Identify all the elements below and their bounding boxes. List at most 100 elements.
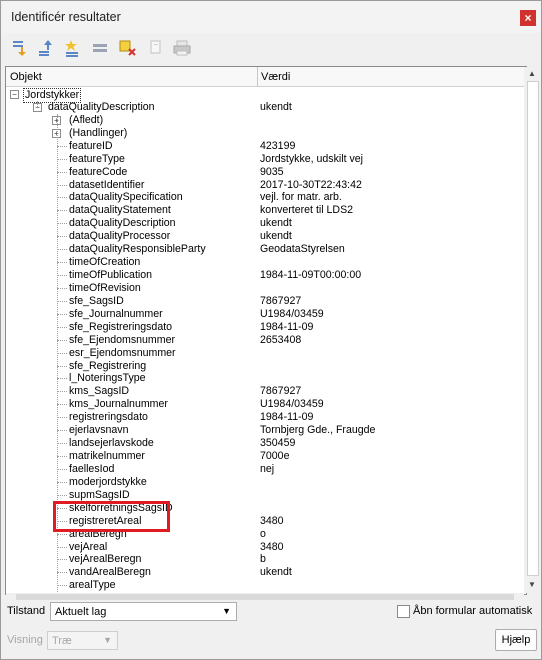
attribute-row[interactable]: datasetIdentifier 2017-10-30T22:43:42 (6, 179, 526, 192)
attribute-key: moderjordstykke (69, 475, 147, 488)
attribute-value: 2653408 (260, 333, 302, 346)
attribute-row[interactable]: dataQualityDescription ukendt (6, 217, 526, 230)
attribute-value: 350459 (260, 437, 296, 450)
attribute-key: l_NoteringsType (69, 372, 146, 385)
attribute-row[interactable]: kms_SagsID 7867927 (6, 385, 526, 398)
tree-branch-line (57, 352, 67, 354)
attribute-row[interactable]: supmSagsID (6, 489, 526, 502)
tree-header: Objekt Værdi (6, 67, 526, 87)
close-button[interactable]: × (520, 10, 536, 26)
collapse-all-icon[interactable] (37, 39, 55, 57)
attribute-row[interactable]: faellesIod nej (6, 463, 526, 476)
attribute-row[interactable]: featureCode 9035 (6, 166, 526, 179)
view-select-value: Træ (52, 635, 72, 647)
tree-branch-line (57, 184, 67, 186)
tree-branch-line (57, 494, 67, 496)
attribute-row[interactable]: ejerlavsnavn Tornbjerg Gde., Fraugde (6, 424, 526, 437)
clear-results-icon[interactable] (91, 39, 109, 57)
attribute-key: supmSagsID (69, 488, 130, 501)
attribute-row[interactable]: esr_Ejendomsnummer (6, 347, 526, 360)
attribute-value: U1984/03459 (260, 307, 324, 320)
attribute-row[interactable]: vandArealBeregn ukendt (6, 566, 526, 579)
chevron-down-icon: ▼ (103, 635, 112, 645)
attribute-row[interactable]: l_NoteringsType (6, 372, 526, 385)
auto-open-form-checkbox[interactable] (397, 605, 410, 618)
tree-branch-line (57, 210, 67, 212)
attribute-row[interactable]: landsejerlavskode 350459 (6, 437, 526, 450)
print-icon[interactable] (173, 39, 191, 57)
tree-guide-line (37, 100, 38, 108)
view-select[interactable]: Træ ▼ (47, 631, 118, 650)
copy-icon[interactable] (147, 39, 165, 57)
attribute-key: kms_Journalnummer (69, 398, 168, 411)
attribute-key: featureID (69, 139, 113, 152)
attribute-row[interactable]: matrikelnummer 7000e (6, 450, 526, 463)
title-bar[interactable]: Identificér resultater × (1, 1, 541, 33)
attribute-row[interactable]: sfe_Registreringsdato 1984-11-09 (6, 321, 526, 334)
tree-branch-line (57, 391, 67, 393)
attribute-row[interactable]: timeOfRevision (6, 282, 526, 295)
attribute-value: vejl. for matr. arb. (260, 191, 342, 204)
attribute-key: dataQualitySpecification (69, 191, 183, 204)
tree-branch-line (57, 300, 67, 302)
tree-branch-line (57, 585, 67, 587)
attribute-row[interactable]: dataQualitySpecification vejl. for matr. … (6, 191, 526, 204)
attribute-row[interactable]: timeOfCreation (6, 256, 526, 269)
attribute-key: esr_Ejendomsnummer (69, 346, 176, 359)
attribute-key: vandArealBeregn (69, 566, 151, 579)
attribute-row[interactable]: dataQualityStatement konverteret til LDS2 (6, 204, 526, 217)
attribute-key: sfe_SagsID (69, 294, 124, 307)
attribute-key: sfe_Ejendomsnummer (69, 333, 175, 346)
attribute-row[interactable]: featureType Jordstykke, udskilt vej (6, 153, 526, 166)
attribute-row[interactable]: kms_Journalnummer U1984/03459 (6, 398, 526, 411)
attribute-row[interactable]: featureID 423199 (6, 140, 526, 153)
tree-branch-line (57, 404, 67, 406)
attribute-row[interactable]: timeOfPublication 1984-11-09T00:00:00 (6, 269, 526, 282)
attribute-value: ukendt (260, 566, 292, 579)
attribute-key: timeOfRevision (69, 281, 141, 294)
scroll-up-icon[interactable]: ▲ (527, 69, 537, 79)
attribute-row[interactable]: sfe_SagsID 7867927 (6, 295, 526, 308)
tree-root-row[interactable]: − Jordstykker (6, 88, 526, 103)
attribute-row[interactable]: sfe_Journalnummer U1984/03459 (6, 308, 526, 321)
attribute-row[interactable]: sfe_Registrering (6, 360, 526, 373)
tree-node-row[interactable]: − dataQualityDescription ukendt (6, 101, 526, 114)
attribute-row[interactable]: dataQualityResponsibleParty GeodataStyrel… (6, 243, 526, 256)
scrollbar-thumb[interactable] (527, 81, 539, 576)
scroll-down-icon[interactable]: ▼ (527, 580, 537, 590)
help-button[interactable]: Hjælp (495, 629, 537, 651)
highlight-annotation-box (53, 501, 170, 532)
collapse-icon[interactable]: − (10, 90, 19, 99)
column-header-value[interactable]: Værdi (261, 71, 290, 83)
attribute-row[interactable]: moderjordstykke (6, 476, 526, 489)
expand-new-icon[interactable] (63, 39, 81, 57)
attribute-value: b (260, 553, 266, 566)
attribute-row[interactable]: vejArealBeregn b (6, 553, 526, 566)
attribute-key: featureCode (69, 165, 128, 178)
tree-branch-line (57, 468, 67, 470)
tree-branch-line (57, 158, 67, 160)
attribute-value: 7867927 (260, 294, 302, 307)
tree-branch-line (57, 430, 67, 432)
view-label: Visning (7, 634, 43, 646)
clear-highlights-icon[interactable] (119, 39, 137, 57)
attribute-row[interactable]: arealType (6, 579, 526, 592)
horizontal-scrollbar-thumb[interactable] (16, 594, 514, 600)
tree-group-row[interactable]: + (Handlinger) (6, 127, 526, 140)
close-icon: × (524, 11, 532, 25)
attribute-key: matrikelnummer (69, 450, 145, 463)
attribute-row[interactable]: sfe_Ejendomsnummer 2653408 (6, 334, 526, 347)
attribute-row[interactable]: dataQualityProcessor ukendt (6, 230, 526, 243)
vertical-scrollbar[interactable]: ▲ ▼ (524, 67, 540, 593)
tree-branch-line (57, 417, 67, 419)
tree-group-row[interactable]: + (Afledt) (6, 114, 526, 127)
attribute-row[interactable]: vejAreal 3480 (6, 541, 526, 554)
results-tree[interactable]: Objekt Værdi − Jordstykker − dataQualityDes… (5, 66, 527, 595)
horizontal-scrollbar[interactable] (6, 593, 524, 601)
mode-select[interactable]: Aktuelt lag ▼ (50, 602, 237, 621)
expand-all-icon[interactable] (11, 39, 29, 57)
attribute-value: U1984/03459 (260, 398, 324, 411)
attribute-key: landsejerlavskode (69, 437, 154, 450)
attribute-row[interactable]: registreringsdato 1984-11-09 (6, 411, 526, 424)
column-header-object[interactable]: Objekt (10, 71, 42, 83)
